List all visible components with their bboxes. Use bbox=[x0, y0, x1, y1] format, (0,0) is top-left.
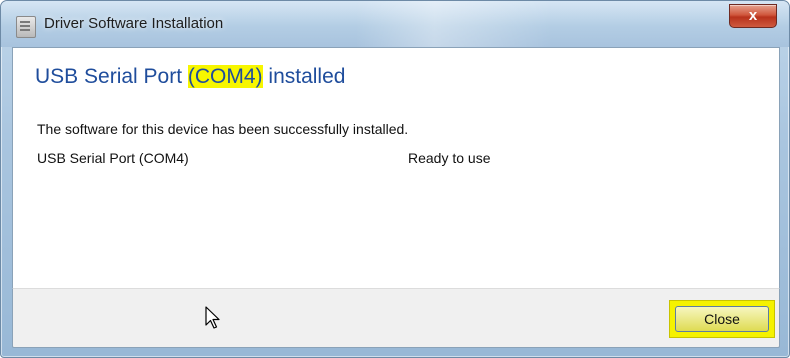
close-icon: x bbox=[748, 7, 758, 24]
installer-icon bbox=[16, 16, 36, 38]
page-title: USB Serial Port (COM4) installed bbox=[35, 65, 345, 89]
mouse-pointer-icon bbox=[205, 306, 220, 329]
button-bar: Close bbox=[12, 288, 780, 348]
title-bar[interactable]: Driver Software Installation x bbox=[1, 1, 789, 47]
dialog-window: Driver Software Installation x USB Seria… bbox=[0, 0, 790, 358]
device-name: USB Serial Port (COM4) bbox=[37, 150, 189, 166]
device-status: Ready to use bbox=[408, 150, 491, 166]
port-highlight: (COM4) bbox=[187, 65, 263, 88]
content-area: USB Serial Port (COM4) installed The sof… bbox=[12, 47, 780, 289]
window-close-button[interactable]: x bbox=[729, 4, 777, 28]
close-button[interactable]: Close bbox=[675, 306, 769, 332]
title-prefix: USB Serial Port bbox=[35, 65, 188, 88]
title-suffix: installed bbox=[262, 65, 346, 88]
status-message: The software for this device has been su… bbox=[37, 121, 409, 137]
window-title: Driver Software Installation bbox=[44, 15, 224, 32]
close-button-highlight: Close bbox=[669, 300, 775, 338]
